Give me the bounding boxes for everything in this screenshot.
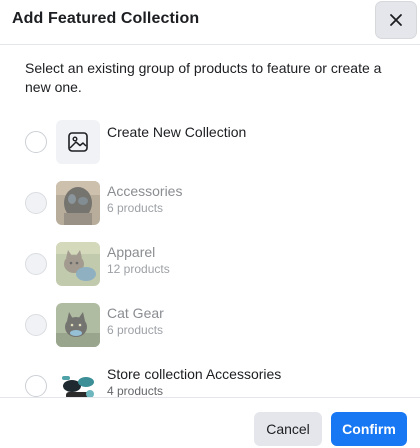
image-placeholder-icon: [68, 132, 88, 152]
close-button[interactable]: [375, 1, 417, 39]
collection-option-accessories[interactable]: Accessories 6 products: [0, 179, 420, 225]
collection-option-store-accessories[interactable]: Store collection Accessories 4 products: [0, 362, 420, 397]
header-divider: [0, 44, 420, 45]
radio-button[interactable]: [25, 375, 47, 397]
product-count: 12 products: [107, 262, 170, 276]
radio-button[interactable]: [25, 131, 47, 153]
product-count: 6 products: [107, 323, 164, 337]
collection-title: Store collection Accessories: [107, 366, 282, 382]
dog-photo-thumbnail: [56, 181, 100, 225]
radio-button[interactable]: [25, 253, 47, 275]
dialog-header: Add Featured Collection: [0, 0, 420, 42]
dialog-title: Add Featured Collection: [12, 10, 200, 27]
collection-title: Apparel: [107, 244, 156, 260]
collection-list[interactable]: Create New Collection Accessories 6 prod…: [0, 115, 420, 397]
cat-photo-thumbnail: [56, 303, 100, 347]
footer-divider: [0, 397, 420, 398]
product-count: 6 products: [107, 201, 164, 215]
close-icon: [390, 14, 402, 26]
radio-button[interactable]: [25, 314, 47, 336]
collection-option-create-new[interactable]: Create New Collection: [0, 118, 420, 164]
accessories-photo-thumbnail: [56, 364, 100, 397]
collection-thumbnail: [56, 120, 100, 164]
collection-option-apparel[interactable]: Apparel 12 products: [0, 240, 420, 286]
collection-title: Accessories: [107, 183, 183, 199]
collection-title: Cat Gear: [107, 305, 164, 321]
radio-button[interactable]: [25, 192, 47, 214]
dialog-description: Select an existing group of products to …: [25, 60, 382, 95]
collection-title: Create New Collection: [107, 124, 247, 140]
product-count: 4 products: [107, 384, 164, 397]
collection-option-cat-gear[interactable]: Cat Gear 6 products: [0, 301, 420, 347]
confirm-button[interactable]: Confirm: [331, 412, 407, 446]
cat-photo-thumbnail: [56, 242, 100, 286]
cancel-button[interactable]: Cancel: [254, 412, 322, 446]
